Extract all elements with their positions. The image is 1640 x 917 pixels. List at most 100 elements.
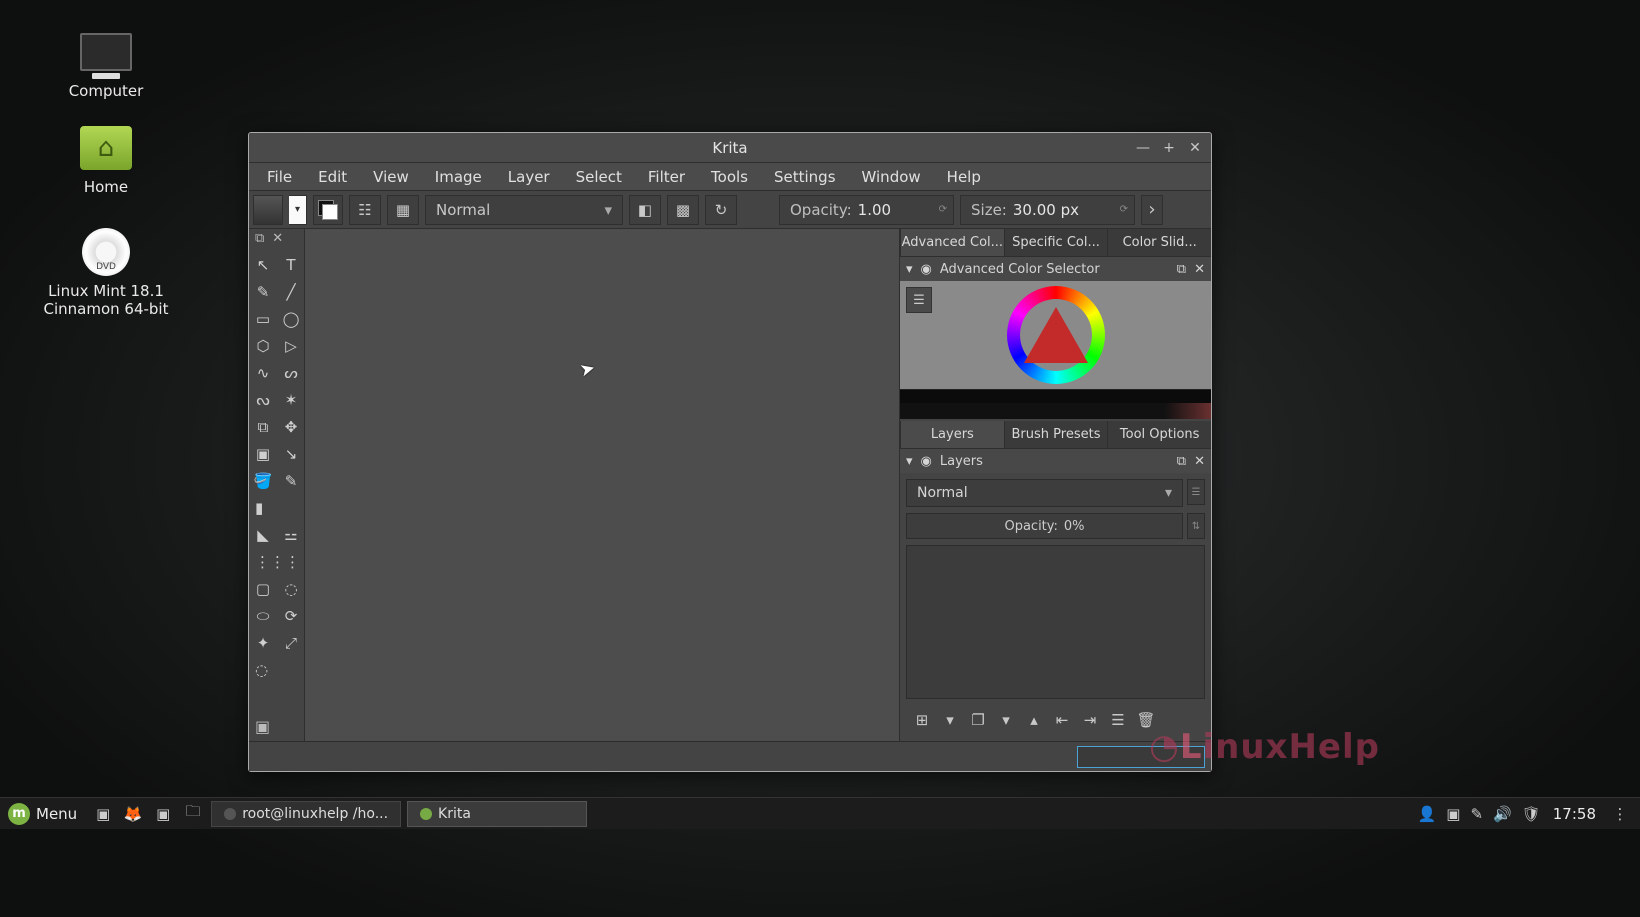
menu-tools[interactable]: Tools xyxy=(699,164,760,190)
lock-icon[interactable]: ◉ xyxy=(921,262,932,277)
color-history-strip[interactable] xyxy=(900,389,1211,403)
tab-layers[interactable]: Layers xyxy=(900,421,1004,448)
canvas-area[interactable]: ➤ xyxy=(305,229,899,741)
toolbar-overflow-button[interactable]: › xyxy=(1141,195,1163,225)
firefox-launcher[interactable]: 🦊 xyxy=(121,802,145,826)
minimize-button[interactable]: — xyxy=(1131,137,1155,159)
text-tool[interactable]: T xyxy=(277,251,305,278)
multibrush-tool[interactable]: ✶ xyxy=(277,386,305,413)
measure-tool[interactable]: ↘ xyxy=(277,440,305,467)
size-spinner[interactable]: Size: 30.00 px xyxy=(960,195,1135,225)
edit-shapes-tool[interactable]: ✎ xyxy=(249,278,277,305)
layer-out-group-button[interactable]: ⇥ xyxy=(1080,711,1100,729)
eraser-toggle[interactable]: ◧ xyxy=(629,195,661,225)
opacity-spinner[interactable]: Opacity: 1.00 xyxy=(779,195,954,225)
terminal-launcher[interactable]: ▣ xyxy=(151,802,175,826)
close-icon[interactable]: ✕ xyxy=(1194,262,1205,277)
transform-tool[interactable]: ↖ xyxy=(249,251,277,278)
menu-settings[interactable]: Settings xyxy=(762,164,848,190)
toolbox-close-button[interactable]: ✕ xyxy=(272,231,283,247)
similar-select-tool[interactable]: ✦ xyxy=(249,629,277,656)
duplicate-layer-button[interactable]: ❐ xyxy=(968,711,988,729)
move-tool[interactable]: ✥ xyxy=(277,413,305,440)
taskbar-item-krita[interactable]: Krita xyxy=(407,801,587,827)
line-tool[interactable]: ╱ xyxy=(277,278,305,305)
layer-properties-button[interactable]: ☰ xyxy=(1108,711,1128,729)
tab-tool-options[interactable]: Tool Options xyxy=(1107,421,1211,448)
tab-brush-presets[interactable]: Brush Presets xyxy=(1004,421,1108,448)
pan-tool[interactable]: ▣ xyxy=(255,717,270,736)
layer-blend-select[interactable]: Normal xyxy=(906,479,1183,507)
taskbar-item-terminal[interactable]: root@linuxhelp /ho... xyxy=(211,801,401,827)
fill-tool[interactable]: 🪣 xyxy=(249,467,277,494)
desktop-icon-dvd[interactable]: Linux Mint 18.1 Cinnamon 64-bit xyxy=(36,228,176,318)
collapse-icon[interactable]: ▾ xyxy=(906,262,913,277)
layer-into-group-button[interactable]: ⇤ xyxy=(1052,711,1072,729)
menu-edit[interactable]: Edit xyxy=(306,164,359,190)
brush-settings-button[interactable]: ☷ xyxy=(349,195,381,225)
layer-opacity-spin[interactable]: ⇅ xyxy=(1187,513,1205,539)
reload-brush-button[interactable]: ↻ xyxy=(705,195,737,225)
freehand-path-tool[interactable]: ᔕ xyxy=(277,359,305,386)
perspective-tool[interactable]: ⚍ xyxy=(277,521,305,548)
freehand-select-tool[interactable]: ⬭ xyxy=(249,602,277,629)
color-wheel[interactable] xyxy=(1007,286,1105,384)
alpha-lock-button[interactable]: ▩ xyxy=(667,195,699,225)
pen-icon[interactable]: ✎ xyxy=(1470,805,1483,823)
files-launcher[interactable]: 🗀 xyxy=(181,802,205,826)
menu-layer[interactable]: Layer xyxy=(496,164,562,190)
volume-icon[interactable]: 🔊 xyxy=(1493,805,1512,823)
gradient-swatch[interactable] xyxy=(253,195,283,225)
menu-window[interactable]: Window xyxy=(850,164,933,190)
polygon-tool[interactable]: ⬡ xyxy=(249,332,277,359)
maximize-button[interactable]: + xyxy=(1157,137,1181,159)
grid-tool[interactable]: ⋮⋮⋮ xyxy=(249,548,305,575)
tray-overflow[interactable]: ⋮ xyxy=(1608,802,1632,826)
toolbox-float-button[interactable]: ⧉ xyxy=(255,231,264,247)
tab-specific-color[interactable]: Specific Col... xyxy=(1004,229,1108,256)
tab-color-sliders[interactable]: Color Slid... xyxy=(1107,229,1211,256)
color-options-button[interactable]: ☰ xyxy=(906,287,932,313)
rectangle-tool[interactable]: ▭ xyxy=(249,305,277,332)
close-button[interactable]: ✕ xyxy=(1183,137,1207,159)
crop-tool[interactable]: ⧉ xyxy=(249,413,277,440)
brush-presets-button[interactable]: ▦ xyxy=(387,195,419,225)
color-shade-strip[interactable] xyxy=(900,403,1211,419)
menu-select[interactable]: Select xyxy=(564,164,634,190)
menu-file[interactable]: File xyxy=(255,164,304,190)
rect-select-tool[interactable]: ▢ xyxy=(249,575,277,602)
collapse-icon[interactable]: ▾ xyxy=(906,454,913,469)
add-layer-button[interactable]: ⊞ xyxy=(912,711,932,729)
desktop-icon-home[interactable]: Home xyxy=(36,124,176,196)
close-icon[interactable]: ✕ xyxy=(1194,454,1205,469)
polyline-tool[interactable]: ▷ xyxy=(277,332,305,359)
blend-mode-select[interactable]: Normal xyxy=(425,195,623,225)
add-layer-menu[interactable]: ▾ xyxy=(940,711,960,729)
layer-list[interactable] xyxy=(906,545,1205,699)
pattern-swatch[interactable] xyxy=(289,195,307,225)
dynamic-brush-tool[interactable]: ᔓ xyxy=(249,386,277,413)
transform2-tool[interactable]: ▣ xyxy=(249,440,277,467)
menu-image[interactable]: Image xyxy=(423,164,494,190)
shield-icon[interactable]: 🛡 xyxy=(1522,805,1541,823)
layer-opacity-slider[interactable]: Opacity: 0% xyxy=(906,513,1183,539)
contiguous-select-tool[interactable]: ⟳ xyxy=(277,602,305,629)
move-layer-up-button[interactable]: ▴ xyxy=(1024,711,1044,729)
move-layer-down-button[interactable]: ▾ xyxy=(996,711,1016,729)
mint-menu-icon[interactable]: m xyxy=(8,803,30,825)
display-icon[interactable]: ▣ xyxy=(1446,805,1460,823)
menu-filter[interactable]: Filter xyxy=(636,164,697,190)
menu-button[interactable]: Menu xyxy=(36,805,85,823)
bezier-tool[interactable]: ∿ xyxy=(249,359,277,386)
tab-advanced-color[interactable]: Advanced Col... xyxy=(900,229,1004,256)
fg-bg-color[interactable] xyxy=(313,195,343,225)
ellipse-select-tool[interactable]: ◌ xyxy=(277,575,305,602)
color-selector[interactable]: ☰ xyxy=(900,281,1211,389)
color-triangle[interactable] xyxy=(1024,307,1088,363)
float-icon[interactable]: ⧉ xyxy=(1177,454,1186,469)
layer-filter-button[interactable]: ☰ xyxy=(1187,479,1205,505)
float-icon[interactable]: ⧉ xyxy=(1177,262,1186,277)
ellipse-tool[interactable]: ◯ xyxy=(277,305,305,332)
bezier-select-tool[interactable]: ⤢ xyxy=(277,629,305,656)
show-desktop-button[interactable]: ▣ xyxy=(91,802,115,826)
